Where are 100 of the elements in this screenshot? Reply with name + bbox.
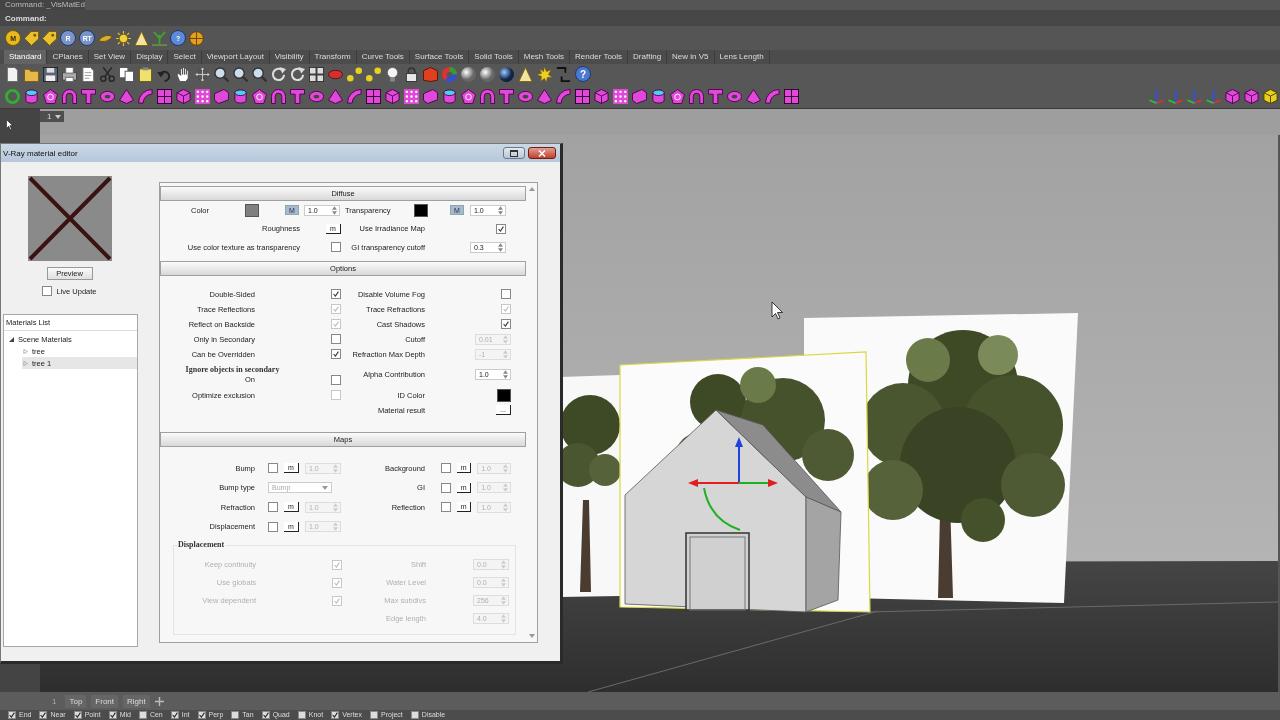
tee-icon[interactable]	[708, 88, 723, 104]
rotate-icon[interactable]	[271, 66, 286, 82]
checkbox[interactable]	[170, 711, 179, 719]
checkbox[interactable]	[501, 289, 511, 299]
viewport-tab[interactable]: Top	[65, 694, 87, 708]
color-wheel-icon[interactable]	[442, 66, 457, 82]
checkbox[interactable]	[138, 711, 147, 719]
cube-icon[interactable]	[176, 88, 191, 104]
scroll-up-icon[interactable]	[528, 187, 535, 191]
points-icon[interactable]	[347, 66, 362, 82]
checkbox[interactable]	[496, 223, 506, 234]
tee-icon[interactable]	[499, 88, 514, 104]
cube-icon[interactable]	[594, 88, 609, 104]
checkbox[interactable]	[370, 711, 379, 719]
cube-icon[interactable]	[1263, 88, 1278, 104]
cube-icon[interactable]	[1244, 88, 1259, 104]
select-arrow-icon[interactable]	[6, 119, 13, 130]
caret-icon[interactable]	[55, 114, 62, 119]
scroll-down-icon[interactable]	[528, 634, 535, 638]
checkbox[interactable]	[42, 286, 53, 296]
kite-icon[interactable]	[746, 88, 761, 104]
color-swatch[interactable]	[497, 388, 511, 402]
triangle-icon[interactable]	[134, 30, 149, 46]
crosshair-icon[interactable]	[189, 30, 204, 46]
cube-icon[interactable]	[1225, 88, 1240, 104]
grid-square-icon[interactable]	[784, 88, 799, 104]
sphere-icon[interactable]	[499, 66, 514, 82]
arc-icon[interactable]	[765, 88, 780, 104]
points-icon[interactable]	[366, 66, 381, 82]
pentagon-icon[interactable]	[670, 88, 685, 104]
tee-icon[interactable]	[81, 88, 96, 104]
close-button[interactable]	[528, 147, 556, 159]
hexagon-icon[interactable]	[214, 88, 229, 104]
dot-grid-icon[interactable]	[404, 88, 419, 104]
copy-icon[interactable]	[119, 66, 134, 82]
checkbox[interactable]	[8, 711, 16, 719]
cylinder-icon[interactable]	[651, 88, 666, 104]
checkbox[interactable]	[331, 242, 341, 253]
checkbox[interactable]	[261, 711, 270, 719]
pentagon-icon[interactable]	[252, 88, 267, 104]
hexagon-icon[interactable]	[632, 88, 647, 104]
expand-arrow-icon[interactable]	[9, 336, 14, 342]
tee-icon[interactable]	[290, 88, 305, 104]
rotate-icon[interactable]	[290, 66, 305, 82]
spinner-arrows-icon[interactable]	[498, 242, 503, 252]
pentagon-icon[interactable]	[461, 88, 476, 104]
sun-icon[interactable]	[116, 30, 131, 46]
tag-icon[interactable]	[24, 30, 39, 46]
spinner-arrows-icon[interactable]	[332, 205, 337, 215]
viewport-tab[interactable]: Front	[91, 694, 119, 708]
add-icon[interactable]	[154, 696, 164, 706]
sparkle-icon[interactable]	[537, 66, 552, 82]
printer-icon[interactable]	[62, 66, 77, 82]
color-swatch[interactable]	[245, 203, 259, 217]
grid-square-icon[interactable]	[575, 88, 590, 104]
cylinder-icon[interactable]	[233, 88, 248, 104]
page-icon[interactable]	[81, 66, 96, 82]
arc-icon[interactable]	[556, 88, 571, 104]
checkbox[interactable]	[501, 319, 511, 329]
checkbox[interactable]	[108, 711, 117, 719]
checkbox[interactable]	[331, 374, 341, 385]
padlock-icon[interactable]	[404, 66, 419, 82]
four-panes-icon[interactable]	[309, 66, 324, 82]
magnifier-icon[interactable]	[214, 66, 229, 82]
arch-icon[interactable]	[62, 88, 77, 104]
bracket-icon[interactable]	[556, 66, 571, 82]
arch-icon[interactable]	[689, 88, 704, 104]
axes-icon[interactable]	[1206, 88, 1221, 104]
folder-icon[interactable]	[24, 66, 39, 82]
cylinder-icon[interactable]	[24, 88, 39, 104]
toolbar-tab[interactable]: Standard	[4, 50, 48, 64]
help-button[interactable]: ?	[575, 66, 591, 82]
hexagon-icon[interactable]	[423, 88, 438, 104]
hand-icon[interactable]	[176, 66, 191, 82]
checkbox[interactable]	[331, 289, 341, 299]
kite-icon[interactable]	[537, 88, 552, 104]
torus-icon[interactable]	[727, 88, 742, 104]
checkbox[interactable]	[297, 711, 306, 719]
torus-icon[interactable]	[100, 88, 115, 104]
cube-icon[interactable]	[385, 88, 400, 104]
sphere-icon[interactable]	[461, 66, 476, 82]
torus-icon[interactable]	[309, 88, 324, 104]
grid-square-icon[interactable]	[366, 88, 381, 104]
torus-icon[interactable]	[518, 88, 533, 104]
magnifier-icon[interactable]	[233, 66, 248, 82]
arc-icon[interactable]	[138, 88, 153, 104]
kite-icon[interactable]	[119, 88, 134, 104]
clipboard-icon[interactable]	[138, 66, 153, 82]
checkbox[interactable]	[331, 711, 340, 719]
grid-square-icon[interactable]	[157, 88, 172, 104]
checkbox[interactable]	[197, 711, 206, 719]
document-icon[interactable]	[5, 66, 20, 82]
viewport-title-tab[interactable]: 1	[40, 111, 65, 122]
checkbox[interactable]	[231, 711, 240, 719]
sphere-icon[interactable]	[480, 66, 495, 82]
color-swatch[interactable]	[414, 203, 428, 217]
axes-icon[interactable]	[1187, 88, 1202, 104]
spinner-arrows-icon[interactable]	[503, 370, 508, 379]
kite-icon[interactable]	[328, 88, 343, 104]
magnifier-icon[interactable]	[252, 66, 267, 82]
